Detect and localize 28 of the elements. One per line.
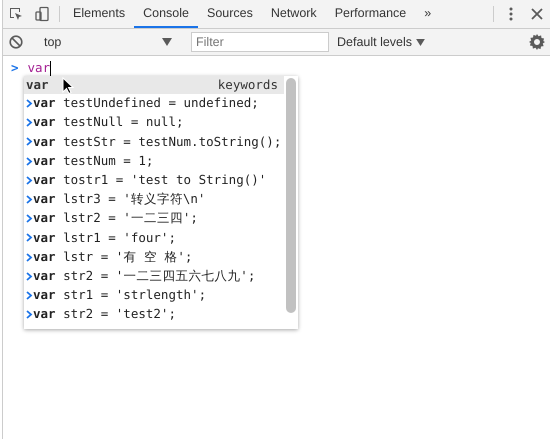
panel-tab[interactable]: Performance	[326, 0, 416, 28]
suggestion-item[interactable]: var str2 = 'test2';	[33, 305, 176, 324]
scrollbar-thumb[interactable]	[286, 78, 296, 313]
levels-dropdown[interactable]: Default levels	[335, 32, 427, 52]
suggestion-item[interactable]: var str1 = 'strlength';	[33, 286, 206, 305]
context-dropdown[interactable]: top	[38, 31, 178, 53]
suggestion-category: keywords	[218, 76, 278, 94]
suggestion-item[interactable]: var lstr3 = '转义字符\n'	[33, 190, 206, 209]
console-input[interactable]: var	[28, 58, 50, 78]
caret-icon	[162, 38, 172, 46]
more-tabs-button[interactable]: »	[415, 0, 440, 28]
suggestion-item[interactable]: var testNum = 1;	[33, 152, 154, 171]
prompt-icon: >	[11, 58, 19, 78]
panel-tab[interactable]: Sources	[198, 0, 262, 28]
suggestion-item[interactable]: var testNull = null;	[33, 113, 184, 132]
caret-icon	[416, 38, 425, 46]
panel-tab[interactable]: Network	[262, 0, 326, 28]
suggestion-item[interactable]: var testStr = testNum.toString();	[33, 132, 282, 152]
suggestion-header: var	[26, 76, 49, 94]
suggestion-item[interactable]: var tostr1 = 'test to String()'	[33, 170, 266, 190]
suggestion-item[interactable]: var str2 = '一二三四五六七八九';	[33, 266, 256, 286]
chevron-icon	[26, 310, 33, 320]
suggestion-item[interactable]: var lstr1 = 'four';	[33, 228, 176, 248]
suggestion-item[interactable]: var lstr2 = '一二三四';	[33, 209, 198, 228]
panel-tab[interactable]: Elements	[64, 0, 134, 28]
suggestion-item[interactable]: var testUndefined = undefined;	[33, 94, 259, 113]
suggestion-item[interactable]: var lstr = '有 空 格';	[33, 248, 192, 266]
filter-field[interactable]: Filter	[191, 32, 329, 52]
